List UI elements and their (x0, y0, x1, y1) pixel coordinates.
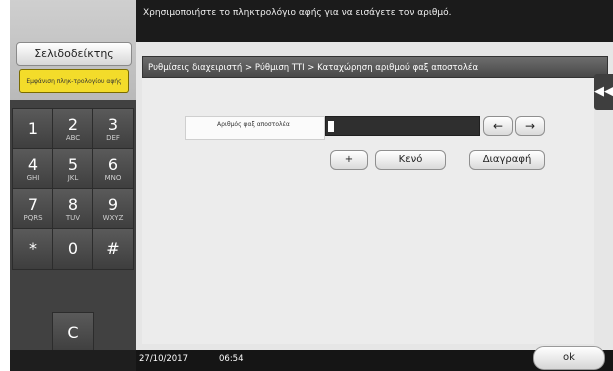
plus-button[interactable]: + (330, 150, 368, 170)
breadcrumb: Ρυθμίσεις διαχειριστή > Ρύθμιση TTI > Κα… (142, 56, 608, 78)
delete-button[interactable]: Διαγραφή (469, 150, 545, 170)
key-7[interactable]: 7 PQRS (12, 188, 54, 230)
key-letters: MNO (104, 174, 122, 182)
left-arrow-button[interactable]: ← (483, 116, 513, 136)
main-panel: Ρυθμίσεις διαχειριστή > Ρύθμιση TTI > Κα… (136, 42, 613, 350)
right-arrow-button[interactable]: → (515, 116, 545, 136)
fax-number-label: Αριθμός φαξ αποστολέα (185, 116, 325, 140)
key-digit: 3 (107, 115, 119, 134)
key-digit: 7 (27, 195, 39, 214)
key-digit: 5 (67, 155, 79, 174)
key-letters: GHI (26, 174, 40, 182)
key-digit: C (67, 323, 79, 342)
status-date: 27/10/2017 (139, 354, 188, 364)
key-letters: WXYZ (102, 214, 124, 222)
touch-keypad-label: Εμφάνιση πληκ-τρολογίου αφής (26, 77, 122, 85)
key-digit: 4 (27, 155, 39, 174)
key-digit: 1 (27, 119, 39, 138)
key-digit: # (106, 239, 120, 258)
content-area: Αριθμός φαξ αποστολέα ← → + Κενό Διαγραφ… (142, 78, 594, 344)
key-letters: DEF (106, 134, 120, 142)
message-bar: Χρησιμοποιήστε το πληκτρολόγιο αφής για … (136, 0, 613, 42)
bookmark-button[interactable]: Σελιδοδείκτης (16, 42, 132, 66)
key-star[interactable]: * (12, 228, 54, 270)
key-6[interactable]: 6 MNO (92, 148, 134, 190)
key-letters: ABC (65, 134, 81, 142)
key-digit: 9 (107, 195, 119, 214)
left-top-area: Σελιδοδείκτης Εμφάνιση πληκ-τρολογίου αφ… (10, 0, 136, 100)
numeric-keypad: 1 2 ABC 3 DEF 4 GHI 5 JKL 6 MNO 7 PQRS 8… (10, 100, 136, 354)
key-digit: 2 (67, 115, 79, 134)
touch-keypad-button[interactable]: Εμφάνιση πληκ-τρολογίου αφής (19, 69, 129, 93)
clear-key[interactable]: C (52, 312, 94, 354)
key-letters: JKL (67, 174, 79, 182)
key-0[interactable]: 0 (52, 228, 94, 270)
key-digit: * (29, 239, 37, 258)
text-cursor (328, 121, 334, 132)
key-8[interactable]: 8 TUV (52, 188, 94, 230)
left-bottom-bar (10, 350, 136, 371)
key-letters: PQRS (23, 214, 43, 222)
key-1[interactable]: 1 (12, 108, 54, 150)
instruction-message: Χρησιμοποιήστε το πληκτρολόγιο αφής για … (143, 8, 452, 18)
key-letters: TUV (65, 214, 81, 222)
status-time: 06:54 (219, 354, 244, 364)
ok-button[interactable]: ok (533, 346, 605, 370)
left-panel: Σελιδοδείκτης Εμφάνιση πληκ-τρολογίου αφ… (10, 0, 136, 371)
key-5[interactable]: 5 JKL (52, 148, 94, 190)
key-9[interactable]: 9 WXYZ (92, 188, 134, 230)
key-hash[interactable]: # (92, 228, 134, 270)
fax-number-input[interactable] (325, 116, 480, 136)
key-2[interactable]: 2 ABC (52, 108, 94, 150)
key-4[interactable]: 4 GHI (12, 148, 54, 190)
double-left-arrow-icon[interactable]: ◀◀ (594, 74, 613, 110)
key-digit: 0 (67, 239, 79, 258)
space-button[interactable]: Κενό (375, 150, 446, 170)
key-3[interactable]: 3 DEF (92, 108, 134, 150)
key-digit: 6 (107, 155, 119, 174)
key-digit: 8 (67, 195, 79, 214)
touch-panel-screen: Σελιδοδείκτης Εμφάνιση πληκ-τρολογίου αφ… (10, 0, 613, 371)
